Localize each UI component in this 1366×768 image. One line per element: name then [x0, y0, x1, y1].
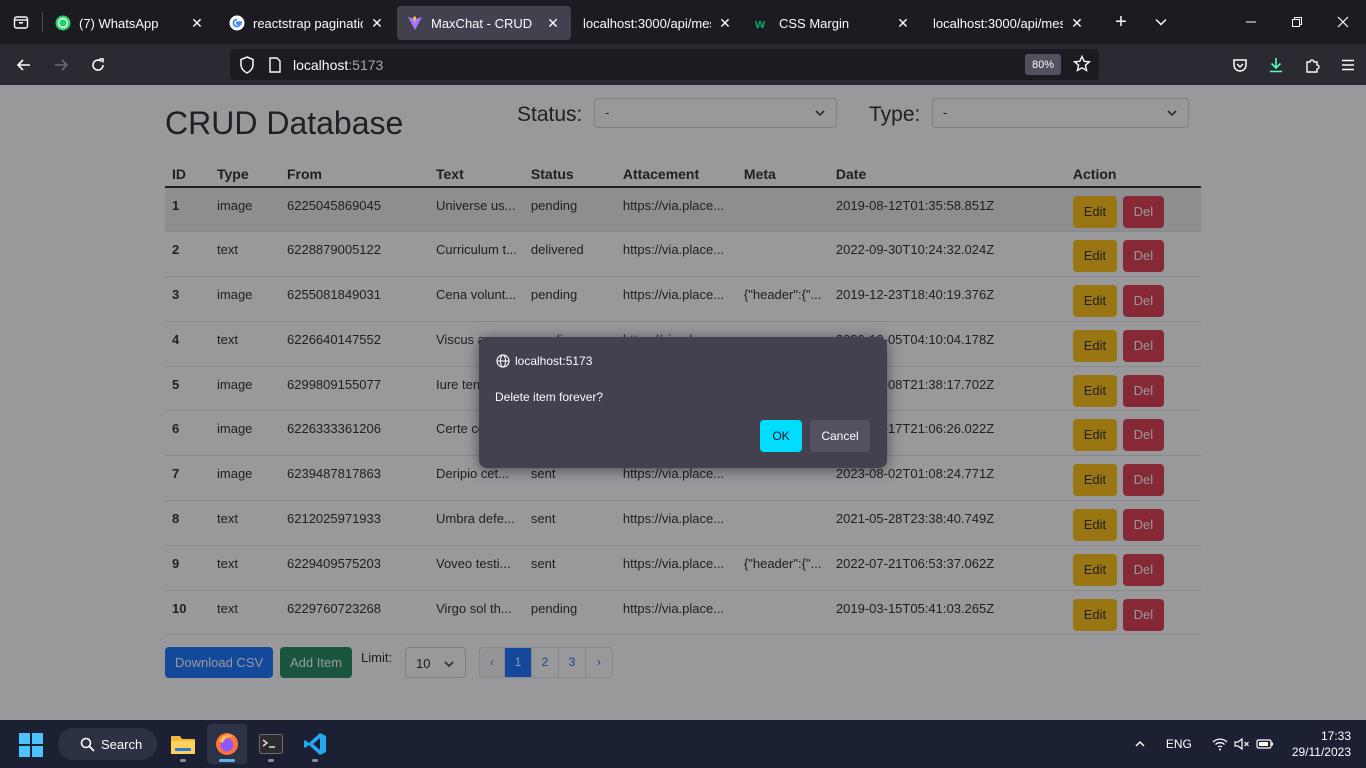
window-controls — [1228, 0, 1366, 44]
tab-separator — [42, 12, 43, 32]
url-bar[interactable]: localhost:5173 80% — [230, 49, 1099, 80]
zoom-level-badge[interactable]: 80% — [1024, 54, 1061, 75]
url-text[interactable]: localhost:5173 — [293, 57, 383, 73]
chevron-down-icon — [1155, 18, 1167, 26]
taskbar-file-explorer[interactable] — [163, 724, 203, 764]
forward-button[interactable] — [47, 51, 75, 79]
reload-button[interactable] — [84, 51, 112, 79]
dialog-message: Delete item forever? — [495, 390, 604, 404]
url-host: localhost — [293, 56, 349, 73]
app-menu-button[interactable] — [1330, 44, 1366, 85]
forward-arrow-icon — [55, 58, 69, 71]
pocket-icon — [1233, 58, 1247, 72]
list-all-tabs-button[interactable] — [1147, 8, 1175, 36]
url-port: :5173 — [348, 56, 384, 73]
tracking-protection-icon[interactable] — [239, 55, 257, 74]
tab-whatsapp[interactable]: (7) WhatsApp ✕ — [45, 6, 215, 40]
new-tab-button[interactable]: + — [1107, 8, 1135, 36]
tab-maxchat[interactable]: MaxChat - CRUD ✕ — [397, 6, 571, 40]
tab-reactstrap[interactable]: reactstrap pagination - ✕ — [219, 6, 395, 40]
bookmark-star-icon[interactable] — [1072, 54, 1092, 78]
clock-date: 29/11/2023 — [1291, 745, 1351, 759]
tab-css-margin[interactable]: w CSS Margin ✕ — [745, 6, 921, 40]
back-arrow-icon — [16, 58, 30, 71]
whatsapp-icon — [55, 15, 71, 31]
tab-strip: (7) WhatsApp ✕ reactstrap pagination - ✕… — [0, 0, 1366, 44]
search-label: Search — [101, 736, 143, 752]
tab-title: localhost:3000/api/messag — [933, 15, 1063, 31]
tab-title: (7) WhatsApp — [79, 15, 159, 31]
confirm-dialog: localhost:5173 Delete item forever? OK C… — [479, 337, 887, 468]
firefox-icon — [216, 733, 238, 755]
chevron-up-icon[interactable] — [1134, 738, 1146, 750]
close-tab-icon[interactable]: ✕ — [1069, 15, 1085, 32]
taskbar-terminal[interactable] — [251, 724, 291, 764]
tab-title: MaxChat - CRUD — [431, 15, 533, 31]
search-icon — [80, 737, 95, 752]
globe-icon — [496, 354, 510, 368]
battery-icon[interactable] — [1256, 737, 1274, 751]
close-tab-icon[interactable]: ✕ — [545, 15, 561, 32]
windows-start-icon[interactable] — [19, 733, 43, 757]
cancel-button[interactable]: Cancel — [810, 420, 870, 452]
hamburger-menu-icon — [1342, 59, 1354, 70]
firefox-view-icon — [13, 16, 29, 29]
minimize-button[interactable] — [1228, 0, 1274, 44]
reload-icon — [92, 57, 104, 71]
windows-taskbar: Search ENG 17:33 29/11/2023 — [0, 720, 1366, 768]
vite-icon — [407, 15, 423, 31]
page-info-icon[interactable] — [269, 56, 283, 74]
toolbar-right — [1222, 44, 1366, 85]
firefox-view-button[interactable] — [0, 0, 42, 44]
vscode-icon — [304, 733, 326, 755]
clock-time: 17:33 — [1320, 729, 1351, 743]
wifi-icon[interactable] — [1212, 737, 1228, 751]
volume-muted-icon[interactable] — [1234, 737, 1250, 751]
system-tray: ENG 17:33 29/11/2023 — [1134, 720, 1366, 768]
svg-text:w: w — [755, 16, 766, 31]
tab-title: localhost:3000/api/messag — [583, 15, 711, 31]
downloads-button[interactable] — [1258, 44, 1294, 85]
tab-title: reactstrap pagination - — [253, 15, 363, 31]
tab-api-messages-2[interactable]: localhost:3000/api/messag ✕ — [923, 6, 1095, 40]
close-icon — [1337, 16, 1349, 28]
puzzle-icon — [1306, 58, 1320, 73]
dialog-origin: localhost:5173 — [496, 354, 592, 368]
restore-button[interactable] — [1274, 0, 1320, 44]
close-tab-icon[interactable]: ✕ — [369, 15, 385, 32]
terminal-icon — [259, 734, 283, 754]
taskbar-active-indicator — [219, 759, 235, 762]
restore-icon — [1292, 17, 1302, 27]
taskbar-search[interactable]: Search — [58, 728, 157, 760]
folder-icon — [171, 736, 195, 754]
taskbar-clock[interactable]: 17:33 29/11/2023 — [1292, 728, 1351, 760]
tab-api-messages[interactable]: localhost:3000/api/messag ✕ — [573, 6, 743, 40]
taskbar-running-indicator — [312, 759, 318, 762]
extensions-button[interactable] — [1294, 44, 1330, 85]
tab-title: CSS Margin — [779, 15, 850, 31]
close-tab-icon[interactable]: ✕ — [717, 15, 733, 32]
navigation-toolbar: localhost:5173 80% — [0, 44, 1366, 85]
close-window-button[interactable] — [1320, 0, 1366, 44]
language-indicator[interactable]: ENG — [1166, 737, 1192, 751]
ok-button[interactable]: OK — [760, 420, 802, 452]
taskbar-vscode[interactable] — [295, 724, 335, 764]
close-tab-icon[interactable]: ✕ — [189, 15, 205, 32]
dialog-origin-text: localhost:5173 — [515, 354, 593, 368]
google-icon — [229, 15, 245, 31]
taskbar-firefox[interactable] — [207, 724, 247, 764]
pocket-button[interactable] — [1222, 44, 1258, 85]
back-button[interactable] — [10, 51, 38, 79]
minimize-icon — [1246, 21, 1256, 23]
close-tab-icon[interactable]: ✕ — [895, 15, 911, 32]
download-icon — [1270, 57, 1282, 72]
w3schools-icon: w — [755, 15, 771, 31]
taskbar-running-indicator — [268, 759, 274, 762]
taskbar-running-indicator — [180, 759, 186, 762]
